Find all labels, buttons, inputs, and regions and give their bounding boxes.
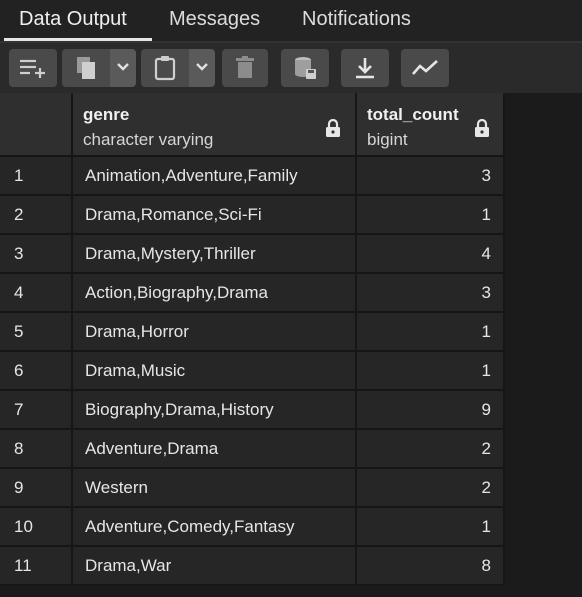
table-cell-genre[interactable]: Biography,Drama,History: [73, 391, 357, 430]
row-number[interactable]: 3: [0, 235, 73, 274]
column-name: genre: [83, 105, 130, 124]
table-cell-genre[interactable]: Adventure,Drama: [73, 430, 357, 469]
table-cell-total-count[interactable]: 1: [357, 313, 505, 352]
save-data-icon: [292, 55, 318, 81]
table-cell-total-count[interactable]: 1: [357, 352, 505, 391]
add-row-button[interactable]: [9, 49, 57, 87]
graph-icon: [411, 58, 439, 78]
table-cell-total-count[interactable]: 2: [357, 469, 505, 508]
table-cell-total-count[interactable]: 3: [357, 274, 505, 313]
copy-options-dropdown[interactable]: [110, 49, 136, 87]
row-number-header[interactable]: [0, 93, 73, 157]
row-number[interactable]: 1: [0, 157, 73, 196]
grid-empty-area: [505, 93, 582, 597]
download-button[interactable]: [341, 49, 389, 87]
download-icon: [354, 56, 376, 80]
delete-icon: [235, 56, 255, 80]
row-number[interactable]: 9: [0, 469, 73, 508]
row-number[interactable]: 6: [0, 352, 73, 391]
save-data-button[interactable]: [281, 49, 329, 87]
table-cell-genre[interactable]: Drama,War: [73, 547, 357, 586]
paste-button[interactable]: [141, 49, 189, 87]
row-number[interactable]: 4: [0, 274, 73, 313]
copy-icon: [74, 55, 98, 81]
row-number[interactable]: 7: [0, 391, 73, 430]
table-cell-total-count[interactable]: 1: [357, 508, 505, 547]
graph-visualiser-button[interactable]: [401, 49, 449, 87]
column-type: bigint: [367, 130, 408, 149]
table-cell-genre[interactable]: Drama,Mystery,Thriller: [73, 235, 357, 274]
table-cell-genre[interactable]: Adventure,Comedy,Fantasy: [73, 508, 357, 547]
tab-messages[interactable]: Messages: [156, 0, 273, 40]
delete-button[interactable]: [222, 49, 268, 87]
row-number[interactable]: 10: [0, 508, 73, 547]
table-cell-genre[interactable]: Animation,Adventure,Family: [73, 157, 357, 196]
column-header-total-count[interactable]: total_count bigint: [357, 93, 505, 157]
row-number[interactable]: 5: [0, 313, 73, 352]
table-cell-genre[interactable]: Drama,Music: [73, 352, 357, 391]
data-toolbar: [0, 43, 582, 93]
row-number[interactable]: 11: [0, 547, 73, 586]
table-cell-total-count[interactable]: 3: [357, 157, 505, 196]
chevron-down-icon: [116, 59, 130, 77]
row-number[interactable]: 8: [0, 430, 73, 469]
result-tabs: Data Output Messages Notifications: [0, 0, 582, 43]
tab-notifications[interactable]: Notifications: [289, 0, 424, 40]
paste-options-dropdown[interactable]: [189, 49, 215, 87]
column-type: character varying: [83, 130, 214, 149]
table-cell-total-count[interactable]: 1: [357, 196, 505, 235]
copy-button[interactable]: [62, 49, 110, 87]
column-name: total_count: [367, 105, 459, 124]
table-cell-genre[interactable]: Drama,Horror: [73, 313, 357, 352]
table-cell-genre[interactable]: Action,Biography,Drama: [73, 274, 357, 313]
paste-icon: [154, 55, 176, 81]
add-row-icon: [18, 57, 48, 79]
lock-icon: [474, 118, 490, 143]
column-header-genre[interactable]: genre character varying: [73, 93, 357, 157]
table-cell-total-count[interactable]: 9: [357, 391, 505, 430]
table-cell-total-count[interactable]: 8: [357, 547, 505, 586]
tab-data-output[interactable]: Data Output: [6, 0, 140, 40]
lock-icon: [325, 118, 341, 143]
chevron-down-icon: [195, 59, 209, 77]
table-cell-genre[interactable]: Drama,Romance,Sci-Fi: [73, 196, 357, 235]
row-number[interactable]: 2: [0, 196, 73, 235]
table-cell-total-count[interactable]: 2: [357, 430, 505, 469]
results-grid: genre character varying total_count bigi…: [0, 93, 582, 597]
table-cell-genre[interactable]: Western: [73, 469, 357, 508]
table-cell-total-count[interactable]: 4: [357, 235, 505, 274]
